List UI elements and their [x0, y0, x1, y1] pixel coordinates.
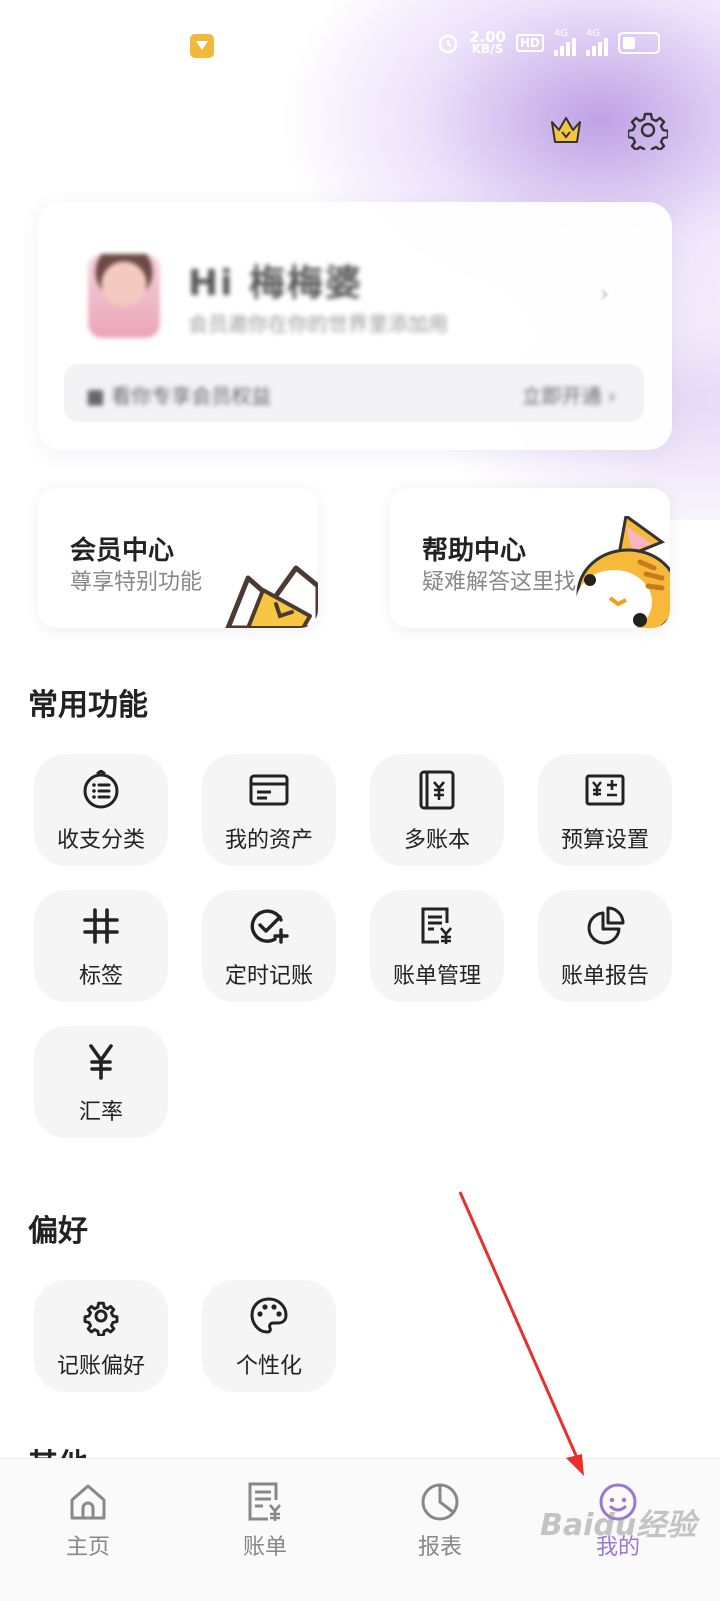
- gear-icon: [83, 1301, 119, 1336]
- grid-item-bill-manage[interactable]: 账单管理: [370, 890, 504, 1002]
- avatar[interactable]: [88, 254, 160, 338]
- nav-label: 报表: [417, 1535, 462, 1560]
- grid-item-assets[interactable]: 我的资产: [202, 754, 336, 866]
- grid-label: 定时记账: [224, 964, 313, 989]
- greeting-text: Hi 梅梅婆: [188, 263, 364, 304]
- battery-icon: [618, 32, 660, 54]
- grid-label: 收支分类: [56, 828, 145, 853]
- category-icon: [83, 770, 119, 809]
- grid-item-personalize[interactable]: 个性化: [202, 1280, 336, 1392]
- grid-label: 标签: [78, 964, 123, 989]
- hashtag-icon: [83, 908, 119, 944]
- grid-label: 账单报告: [560, 964, 649, 989]
- network-type-label-2: 4G: [586, 28, 601, 39]
- membership-bar-action[interactable]: 立即开通 ›: [522, 380, 616, 409]
- network-speed-unit: KB/S: [471, 42, 504, 56]
- home-icon: [70, 1484, 106, 1520]
- bill-manage-icon: [421, 907, 452, 944]
- preference-section-title: 偏好: [28, 1214, 88, 1249]
- grid-item-multi-ledger[interactable]: 多账本: [370, 754, 504, 866]
- help-center-title: 帮助中心: [422, 536, 527, 566]
- profile-card[interactable]: Hi 梅梅婆 会员邀你在你的世界里添加用 › ■ 看你专享会员权益 立即开通 ›: [38, 202, 672, 450]
- profile-subtitle: 会员邀你在你的世界里添加用: [188, 312, 448, 336]
- chevron-right-icon: ›: [600, 282, 609, 307]
- yen-icon: [89, 1044, 113, 1080]
- vip-crown-icon[interactable]: [548, 112, 584, 148]
- grid-item-bill-report[interactable]: 账单报告: [538, 890, 672, 1002]
- ledger-icon: [419, 770, 455, 810]
- card-icon: [249, 774, 289, 806]
- grid-label: 我的资产: [224, 828, 313, 853]
- grid-label: 账单管理: [392, 964, 481, 989]
- nav-bill[interactable]: 账单: [215, 1481, 315, 1561]
- grid-item-scheduled[interactable]: 定时记账: [202, 890, 336, 1002]
- grid-item-tags[interactable]: 标签: [34, 890, 168, 1002]
- grid-item-bookkeeping-preference[interactable]: 记账偏好: [34, 1280, 168, 1392]
- help-center-subtitle: 疑难解答这里找: [422, 570, 577, 595]
- chart-icon: [421, 1483, 459, 1521]
- hd-icon: HD: [515, 34, 544, 52]
- grid-label: 汇率: [78, 1100, 123, 1125]
- common-section-title: 常用功能: [28, 688, 148, 723]
- watermark: Baidu经验: [540, 1508, 697, 1543]
- membership-bar[interactable]: ■ 看你专享会员权益 立即开通 ›: [64, 364, 644, 422]
- grid-item-budget[interactable]: 预算设置: [538, 754, 672, 866]
- grid-item-exchange-rate[interactable]: 汇率: [34, 1026, 168, 1138]
- help-center-card[interactable]: 帮助中心 疑难解答这里找: [390, 488, 670, 628]
- alarm-icon: [438, 34, 458, 54]
- signal-icon-2: 4G: [586, 28, 608, 56]
- member-center-card[interactable]: 会员中心 尊享特别功能: [38, 488, 318, 628]
- palette-icon: [250, 1297, 288, 1334]
- budget-icon: [585, 774, 625, 806]
- network-speed: 2.00 KB/S: [469, 30, 506, 56]
- membership-bar-text: ■ 看你专享会员权益: [86, 384, 272, 408]
- signal-icon-1: 4G: [554, 28, 576, 56]
- member-center-title: 会员中心: [70, 536, 175, 566]
- status-time: 13:28: [110, 30, 185, 58]
- nav-label: 主页: [65, 1535, 110, 1560]
- member-center-subtitle: 尊享特别功能: [70, 570, 203, 595]
- app-notification-icon: [190, 34, 214, 58]
- nav-home[interactable]: 主页: [38, 1481, 138, 1561]
- pie-chart-icon: [587, 906, 625, 945]
- status-bar: 13:28 2.00 KB/S HD 4G 4G: [0, 0, 720, 90]
- cat-ear-crown-icon: [225, 565, 318, 628]
- grid-label: 多账本: [403, 828, 470, 853]
- network-type-label: 4G: [554, 28, 569, 39]
- settings-gear-icon[interactable]: [628, 110, 668, 150]
- nav-report[interactable]: 报表: [390, 1481, 490, 1561]
- grid-label: 记账偏好: [56, 1354, 145, 1379]
- grid-item-category[interactable]: 收支分类: [34, 754, 168, 866]
- scheduled-check-icon: [250, 909, 289, 944]
- bill-icon: [248, 1482, 281, 1521]
- status-indicators: 2.00 KB/S HD 4G 4G: [437, 28, 660, 56]
- grid-label: 预算设置: [560, 828, 649, 853]
- tiger-cat-icon: [576, 516, 670, 628]
- nav-label: 账单: [242, 1535, 287, 1560]
- grid-label: 个性化: [235, 1354, 302, 1379]
